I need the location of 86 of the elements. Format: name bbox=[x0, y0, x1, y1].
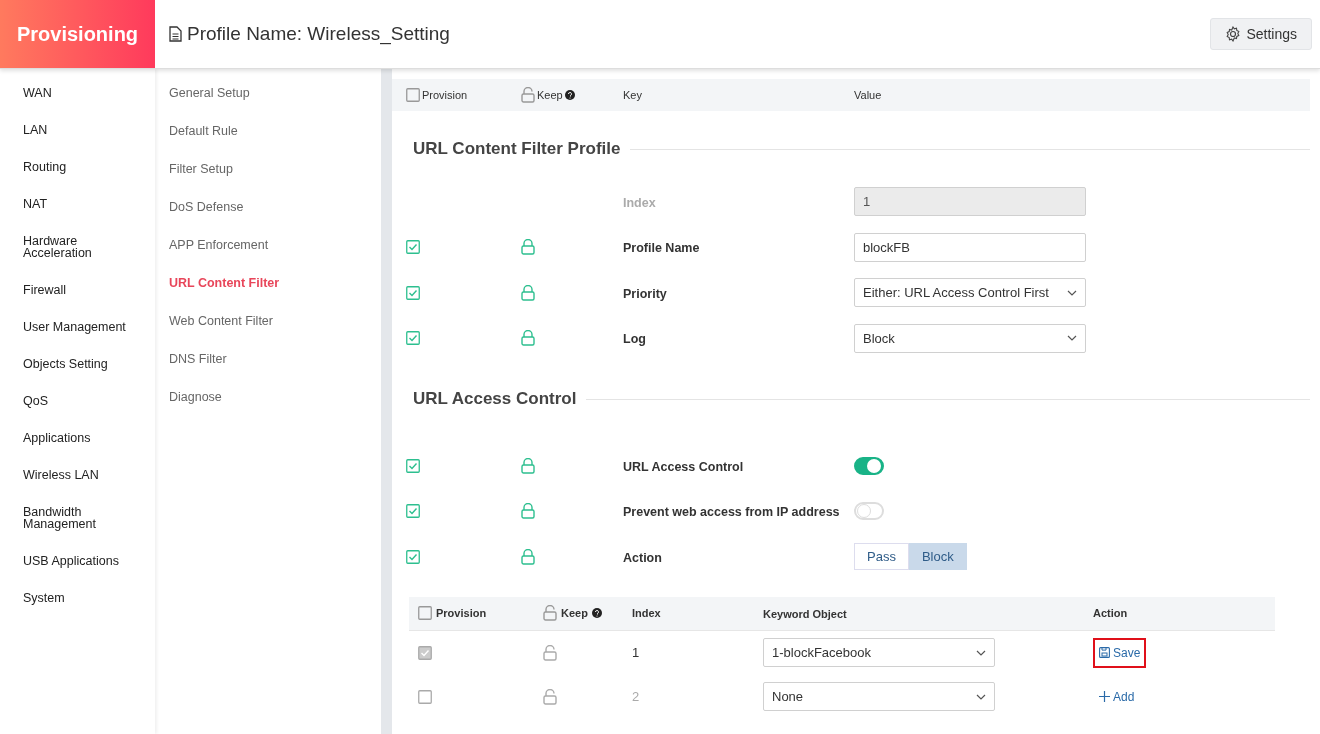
table-cell: 1 bbox=[632, 645, 640, 660]
subnav-item[interactable]: APP Enforcement bbox=[155, 238, 381, 276]
save-button[interactable]: Save bbox=[1093, 637, 1147, 668]
nav-item[interactable]: Bandwidth Management bbox=[0, 506, 155, 555]
dropdown[interactable]: Either: URL Access Control First bbox=[854, 278, 1086, 308]
unlocked-padlock-icon bbox=[543, 605, 557, 621]
field-label: Action bbox=[623, 550, 662, 565]
padlock-icon bbox=[521, 330, 535, 347]
toggle-switch[interactable] bbox=[854, 456, 884, 475]
field-label: Priority bbox=[623, 286, 667, 301]
subnav-item[interactable]: Diagnose bbox=[155, 390, 381, 428]
dropdown[interactable]: Block bbox=[854, 323, 1086, 353]
plus-icon bbox=[1099, 691, 1110, 702]
settings-icon bbox=[1225, 26, 1242, 42]
unlocked-padlock-icon bbox=[543, 688, 557, 705]
nav-item[interactable]: Routing bbox=[0, 161, 155, 198]
chevron-down-icon bbox=[976, 693, 986, 700]
brand-logo: Provisioning bbox=[0, 0, 155, 68]
nav-item[interactable]: WAN bbox=[0, 87, 155, 124]
subnav-item[interactable]: General Setup bbox=[155, 86, 381, 124]
nav-item[interactable]: Wireless LAN bbox=[0, 469, 155, 506]
document-icon bbox=[169, 26, 182, 42]
column-header: Key bbox=[623, 89, 642, 101]
padlock-icon bbox=[521, 457, 535, 474]
nav-item[interactable]: Hardware Acceleration bbox=[0, 235, 155, 284]
page-title: Profile Name: Wireless_Setting bbox=[187, 23, 450, 45]
section-title: URL Access Control bbox=[413, 389, 577, 409]
checkbox[interactable] bbox=[406, 458, 420, 473]
subnav-item[interactable]: DNS Filter bbox=[155, 352, 381, 390]
checkbox[interactable] bbox=[406, 285, 420, 300]
column-header: Action bbox=[1093, 607, 1128, 619]
subnav-item[interactable]: Default Rule bbox=[155, 124, 381, 162]
nav-item[interactable]: USB Applications bbox=[0, 555, 155, 592]
chevron-down-icon bbox=[976, 649, 986, 656]
field-label: URL Access Control bbox=[623, 459, 744, 474]
column-header: Provision bbox=[422, 89, 468, 101]
checkbox[interactable] bbox=[406, 240, 420, 255]
nav-item[interactable]: NAT bbox=[0, 198, 155, 235]
checkbox[interactable] bbox=[418, 606, 432, 620]
add-button[interactable]: Add bbox=[1093, 681, 1141, 712]
checkbox[interactable] bbox=[418, 645, 432, 660]
column-header: Keyword Object bbox=[763, 608, 847, 620]
chevron-down-icon bbox=[1067, 289, 1077, 296]
column-header: Index bbox=[632, 607, 661, 619]
field-label: Log bbox=[623, 332, 646, 347]
column-header: Provision bbox=[436, 607, 487, 619]
nav-item[interactable]: Firewall bbox=[0, 284, 155, 321]
dropdown[interactable]: 1-blockFacebook bbox=[763, 638, 995, 667]
padlock-icon bbox=[521, 548, 535, 565]
padlock-icon bbox=[521, 503, 535, 520]
subnav-item[interactable]: URL Content Filter bbox=[155, 276, 381, 314]
checkbox[interactable] bbox=[406, 504, 420, 519]
segment-button[interactable]: Pass bbox=[854, 543, 909, 571]
checkbox[interactable] bbox=[418, 689, 432, 704]
checkbox[interactable] bbox=[406, 331, 420, 346]
section-title: URL Content Filter Profile bbox=[413, 139, 621, 159]
help-icon bbox=[591, 608, 602, 618]
nav-item[interactable]: Objects Setting bbox=[0, 358, 155, 395]
nav-item[interactable]: System bbox=[0, 592, 155, 629]
column-header: Value bbox=[854, 89, 882, 101]
padlock-icon bbox=[521, 239, 535, 256]
dropdown[interactable]: None bbox=[763, 682, 995, 711]
settings-button[interactable]: Settings bbox=[1210, 18, 1312, 50]
column-header: Keep bbox=[537, 89, 563, 101]
nav-item[interactable]: Applications bbox=[0, 432, 155, 469]
column-header: Keep bbox=[561, 607, 588, 619]
unlocked-padlock-icon bbox=[543, 644, 557, 661]
segment-button[interactable]: Block bbox=[908, 543, 967, 571]
table-cell: 2 bbox=[632, 689, 640, 704]
subnav-item[interactable]: Web Content Filter bbox=[155, 314, 381, 352]
nav-item[interactable]: LAN bbox=[0, 124, 155, 161]
nav-item[interactable]: User Management bbox=[0, 321, 155, 358]
subnav-item[interactable]: Filter Setup bbox=[155, 162, 381, 200]
input-field[interactable]: 1 bbox=[854, 187, 1086, 217]
input-field[interactable]: blockFB bbox=[854, 232, 1086, 262]
nav-item[interactable]: QoS bbox=[0, 395, 155, 432]
field-label: Profile Name bbox=[623, 241, 700, 256]
checkbox[interactable] bbox=[406, 88, 420, 102]
field-label: Prevent web access from IP address bbox=[623, 505, 840, 520]
checkbox[interactable] bbox=[406, 549, 420, 564]
subnav-item[interactable]: DoS Defense bbox=[155, 200, 381, 238]
help-icon bbox=[564, 90, 575, 100]
chevron-down-icon bbox=[1067, 335, 1077, 342]
padlock-icon bbox=[521, 284, 535, 301]
unlocked-padlock-icon bbox=[521, 87, 535, 103]
field-label: Index bbox=[623, 195, 656, 210]
